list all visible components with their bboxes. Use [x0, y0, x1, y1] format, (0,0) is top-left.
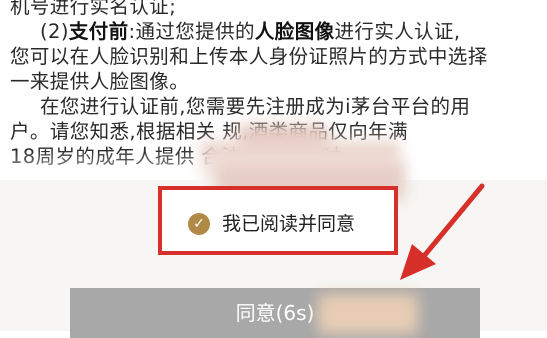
doc-line-3: 您可以在人脸识别和上传本人身份证照片的方式中选择 [10, 45, 488, 68]
checkmark-icon[interactable]: ✓ [188, 213, 210, 235]
doc-line-2: (2)支付前:通过您提供的人脸图像进行实人认证, [0, 19, 540, 44]
para-rest: 进行实人认证, [334, 20, 461, 43]
para-lead: 支付前 [68, 20, 129, 43]
agreement-label: 我已阅读并同意 [222, 213, 356, 235]
doc-line-1: 机号进行实名认证; [10, 0, 177, 18]
para-bold-term: 人脸图像 [254, 20, 335, 43]
para-mid: :通过您提供的 [128, 20, 255, 43]
para-number: (2) [40, 20, 69, 43]
agreement-checkbox-row[interactable]: ✓ 我已阅读并同意 [158, 186, 398, 255]
annotation-arrow-icon [400, 183, 485, 280]
doc-line-5: 在您进行认证前,您需要先注册成为i茅台平台的用 [40, 95, 471, 118]
mosaic-blur [318, 294, 418, 334]
doc-line-4: 一来提供人脸图像。 [10, 70, 190, 93]
